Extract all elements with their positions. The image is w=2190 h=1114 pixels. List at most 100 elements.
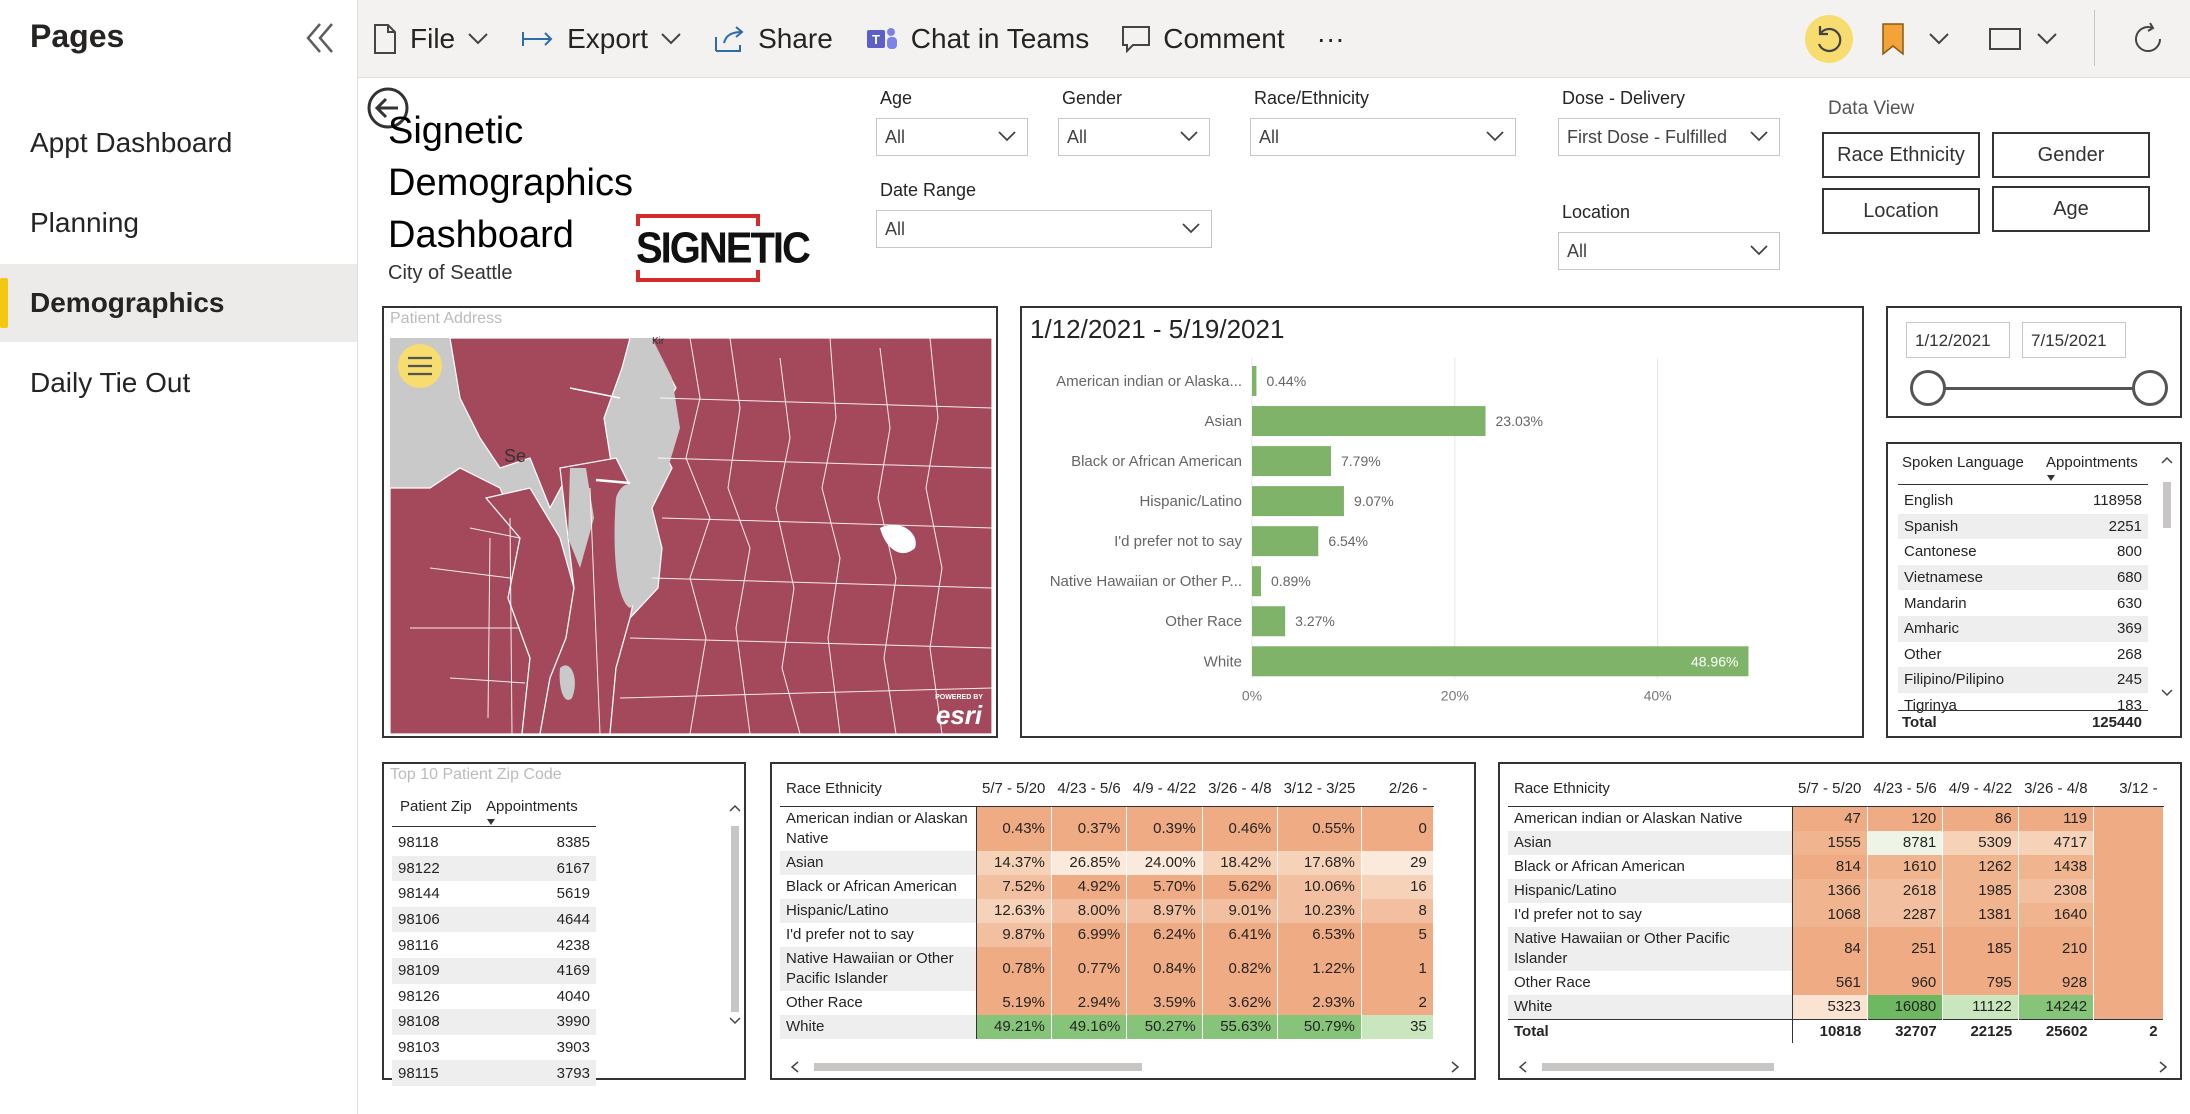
table-row: 98126 4040: [392, 984, 596, 1010]
more-options-button[interactable]: ···: [1301, 0, 1361, 78]
page-item-daily-tie-out[interactable]: Daily Tie Out: [0, 344, 357, 422]
data-view-label: Data View: [1828, 98, 1915, 119]
category-label: Other Race: [1165, 613, 1242, 630]
lang-header-appointments[interactable]: Appointments: [2046, 454, 2138, 471]
view-menu[interactable]: [1988, 0, 2058, 78]
matrix-column-header[interactable]: 5/7 - 5/20: [1792, 772, 1868, 807]
zip-label: 98144: [398, 885, 440, 903]
matrix-cell: 12.63%: [976, 898, 1052, 923]
matrix-row-label: Black or African American: [780, 874, 977, 899]
matrix-cell: 4.92%: [1051, 874, 1128, 899]
slider-start-handle[interactable]: [1910, 370, 1946, 406]
export-icon: [522, 31, 553, 46]
data-view-race-ethnicity-button[interactable]: Race Ethnicity: [1822, 132, 1980, 178]
matrix-row-header[interactable]: Race Ethnicity: [1508, 772, 1792, 807]
matrix-cell: 1: [1361, 946, 1434, 991]
bookmark-menu[interactable]: [1880, 0, 1950, 78]
zip-label: 98122: [398, 859, 440, 877]
language-label: Amharic: [1904, 620, 1960, 638]
map-title: Patient Address: [390, 310, 503, 327]
matrix-cell: 47: [1792, 806, 1868, 831]
zip-value: 3793: [556, 1064, 590, 1082]
pct-horizontal-scrollbar[interactable]: [790, 1060, 1460, 1074]
zip-value: 4169: [556, 962, 590, 980]
matrix-cell: 814: [1792, 854, 1868, 879]
language-value: 268: [2116, 645, 2142, 663]
matrix-column-header[interactable]: 3/26 - 4/8: [1202, 772, 1278, 807]
age-slicer[interactable]: All: [876, 118, 1028, 156]
dose-slicer[interactable]: First Dose - Fulfilled: [1558, 118, 1780, 156]
zip-scrollbar[interactable]: [728, 800, 742, 1060]
date-range-slicer[interactable]: All: [876, 210, 1212, 248]
matrix-cell: [2093, 854, 2165, 879]
date-range-slicer-value: All: [885, 218, 906, 239]
lang-header-language[interactable]: Spoken Language: [1902, 454, 2024, 471]
count-horizontal-scrollbar[interactable]: [1518, 1060, 2168, 1074]
reset-button[interactable]: [1804, 0, 1854, 78]
matrix-cell: 9.87%: [976, 922, 1052, 947]
comment-label: Comment: [1163, 22, 1285, 54]
matrix-column-header[interactable]: 5/7 - 5/20: [976, 772, 1052, 807]
file-menu[interactable]: File: [358, 0, 505, 78]
collapse-pane-icon[interactable]: [300, 18, 340, 58]
data-view-age-button[interactable]: Age: [1992, 186, 2150, 232]
matrix-row-label: I'd prefer not to say: [780, 922, 977, 947]
age-slicer-value: All: [885, 126, 906, 147]
matrix-total-cell: 32707: [1867, 1018, 1943, 1043]
zip-header-zip[interactable]: Patient Zip: [400, 798, 472, 815]
matrix-column-header[interactable]: 4/9 - 4/22: [1942, 772, 2019, 807]
matrix-column-header[interactable]: 3/26 - 4/8: [2018, 772, 2094, 807]
matrix-column-header[interactable]: 4/23 - 5/6: [1051, 772, 1127, 807]
matrix-column-header[interactable]: 4/9 - 4/22: [1126, 772, 1203, 807]
lang-total-value: 125440: [2091, 714, 2142, 731]
date-end-input[interactable]: 7/15/2021: [2022, 322, 2126, 358]
more-icon: ···: [1316, 22, 1345, 54]
slider-end-handle[interactable]: [2132, 370, 2168, 406]
matrix-cell: 1068: [1792, 902, 1868, 927]
matrix-cell: 960: [1867, 970, 1944, 995]
chat-label: Chat in Teams: [910, 22, 1090, 54]
matrix-cell: 185: [1942, 926, 2019, 971]
location-slicer[interactable]: All: [1558, 232, 1780, 270]
data-label: 9.07%: [1354, 493, 1394, 509]
map-area[interactable]: [390, 338, 992, 734]
matrix-row-label: Other Race: [1508, 970, 1793, 995]
matrix-column-header[interactable]: 3/12 -: [2093, 772, 2164, 807]
race-slicer[interactable]: All: [1250, 118, 1516, 156]
matrix-column-header[interactable]: 3/12 - 3/25: [1277, 772, 1362, 807]
file-icon: [374, 23, 396, 54]
zip-header-appointments[interactable]: Appointments: [486, 798, 578, 815]
date-start-input[interactable]: 1/12/2021: [1906, 322, 2010, 358]
table-row: Native Hawaiian or Other Pacific Islande…: [1508, 926, 2165, 971]
page-item-planning[interactable]: Planning: [0, 184, 357, 262]
dose-slicer-label: Dose - Delivery: [1562, 88, 1686, 108]
matrix-cell: 24.00%: [1126, 850, 1203, 875]
language-value: 630: [2116, 594, 2142, 612]
share-button[interactable]: Share: [698, 0, 849, 78]
page-item-appt-dashboard[interactable]: Appt Dashboard: [0, 104, 357, 182]
comment-button[interactable]: Comment: [1105, 0, 1300, 78]
lang-scrollbar[interactable]: [2160, 452, 2174, 702]
matrix-cell: 0.46%: [1202, 806, 1279, 851]
matrix-row-header[interactable]: Race Ethnicity: [780, 772, 976, 807]
matrix-cell: 119: [2018, 806, 2095, 831]
data-view-gender-button[interactable]: Gender: [1992, 132, 2150, 178]
page-item-demographics[interactable]: Demographics: [0, 264, 357, 342]
export-label: Export: [567, 22, 649, 54]
patient-address-map: Patient Address Se Kir POWERED BY esri: [382, 306, 998, 738]
data-view-location-button[interactable]: Location: [1822, 188, 1980, 234]
chat-in-teams-button[interactable]: T Chat in Teams: [849, 0, 1105, 78]
zip-label: 98115: [398, 1064, 439, 1082]
matrix-cell: 8: [1361, 898, 1434, 923]
matrix-cell: 14.37%: [976, 850, 1052, 875]
refresh-button[interactable]: [2130, 0, 2166, 78]
matrix-cell: 9.01%: [1202, 898, 1279, 923]
gender-slicer[interactable]: All: [1058, 118, 1210, 156]
matrix-column-header[interactable]: 2/26 -: [1361, 772, 1434, 807]
map-menu-button[interactable]: [398, 344, 442, 388]
matrix-column-header[interactable]: 4/23 - 5/6: [1867, 772, 1943, 807]
chevron-down-icon: [1929, 33, 1949, 45]
bookmark-icon: [1882, 23, 1904, 56]
export-menu[interactable]: Export: [505, 0, 698, 78]
zip-label: 98103: [398, 1039, 440, 1057]
